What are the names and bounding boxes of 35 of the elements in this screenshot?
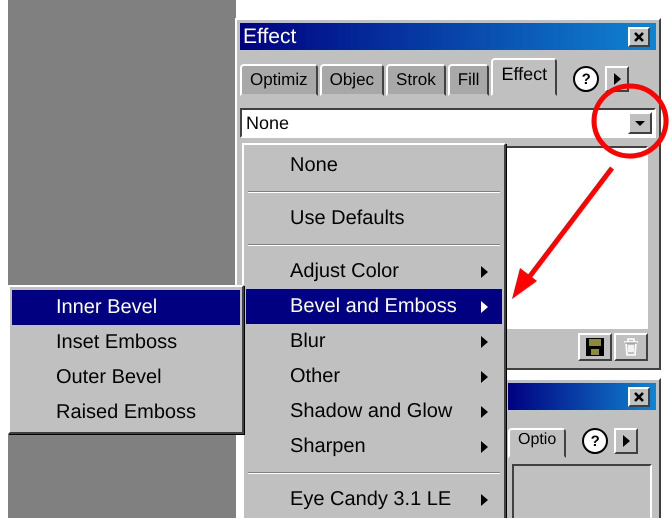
close-icon	[633, 390, 645, 402]
trash-icon	[621, 337, 641, 357]
menu-item[interactable]: Adjust Color	[246, 254, 502, 289]
menu-item[interactable]: Raised Emboss	[12, 395, 240, 430]
close-button[interactable]	[628, 386, 650, 406]
menu-item[interactable]: Eye Candy 3.1 LE	[246, 482, 502, 517]
menu-item[interactable]: Inset Emboss	[12, 325, 240, 360]
menu-item[interactable]: Blur	[246, 324, 502, 359]
caret-icon	[635, 120, 645, 126]
menu-item[interactable]: None	[246, 148, 502, 183]
tab[interactable]: Optimiz	[240, 64, 318, 96]
menu-item[interactable]: Other	[246, 359, 502, 394]
effect-dropdown[interactable]: None	[240, 108, 656, 138]
tab[interactable]: Effect	[491, 58, 558, 96]
arrow-right-icon	[614, 73, 621, 85]
menu-item[interactable]: Use Defaults	[246, 201, 502, 236]
arrow-right-icon	[622, 435, 630, 447]
dropdown-button[interactable]	[628, 112, 652, 134]
window-title: Effect	[243, 24, 296, 48]
menu-item[interactable]: Outer Bevel	[12, 360, 240, 395]
tab[interactable]: Objec	[320, 64, 384, 96]
tab[interactable]: Fill	[448, 64, 490, 96]
panel-menu-button[interactable]	[614, 428, 638, 454]
menu-item[interactable]: Shadow and Glow	[246, 394, 502, 429]
menu-item[interactable]: Inner Bevel	[12, 290, 240, 325]
tab[interactable]: Optio	[508, 428, 566, 458]
help-button[interactable]: ?	[582, 428, 608, 454]
close-button[interactable]	[628, 26, 650, 46]
menu-item[interactable]: Bevel and Emboss	[246, 289, 502, 324]
help-button[interactable]: ?	[573, 66, 600, 92]
menu-item[interactable]: Sharpen	[246, 429, 502, 464]
save-button[interactable]	[578, 333, 612, 361]
dropdown-value: None	[246, 112, 290, 134]
tab[interactable]: Strok	[386, 64, 446, 96]
close-icon	[633, 30, 645, 42]
